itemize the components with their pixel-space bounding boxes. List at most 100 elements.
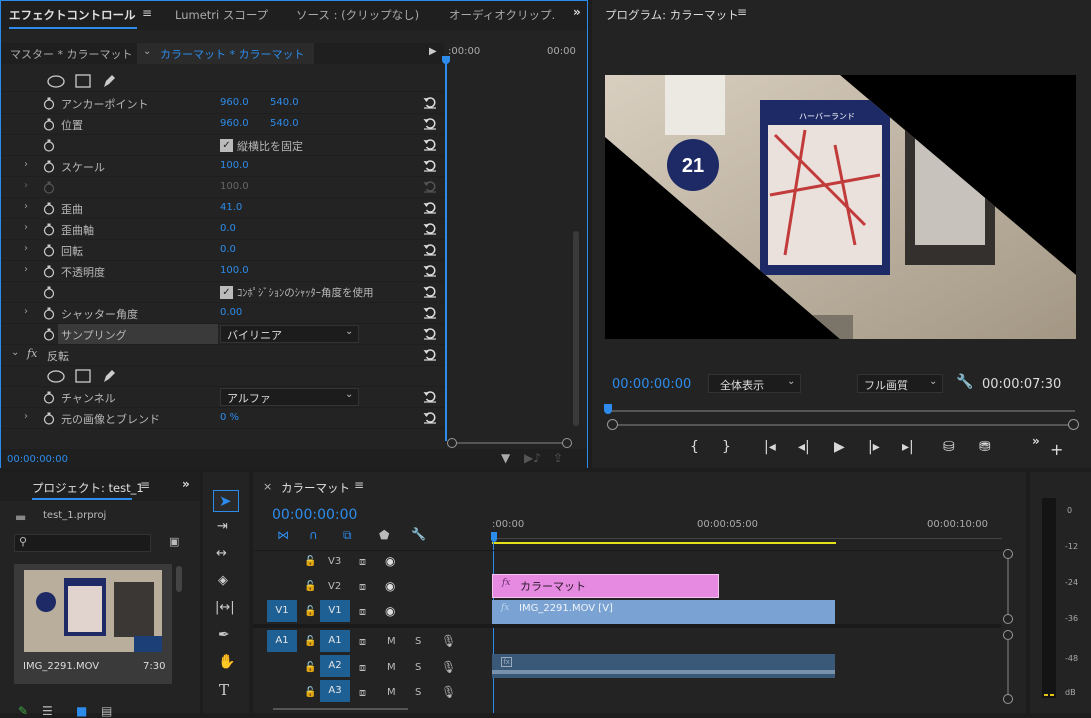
microphone-icon[interactable]: 🎙	[441, 660, 456, 674]
stopwatch-icon[interactable]	[43, 97, 55, 110]
eye-icon[interactable]: ◉	[385, 604, 395, 618]
step-forward-icon[interactable]: |▸	[868, 439, 880, 455]
project-scrollbar[interactable]	[176, 566, 182, 592]
stopwatch-icon[interactable]	[43, 139, 55, 152]
zoom-handle-top[interactable]	[1003, 549, 1013, 559]
sync-lock-icon[interactable]: ⧈	[359, 555, 366, 569]
chevron-right-icon[interactable]: ›	[24, 201, 28, 212]
track-v3-label[interactable]: V3	[328, 556, 341, 567]
sequence-clip-label[interactable]: カラーマット * カラーマット	[160, 46, 305, 62]
reset-icon[interactable]	[423, 390, 437, 403]
go-to-out-icon[interactable]: ▸|	[902, 439, 914, 455]
shutter-checkbox[interactable]: ✓	[220, 286, 233, 299]
position-x-value[interactable]: 960.0	[220, 118, 249, 129]
tab-lumetri-scopes[interactable]: Lumetri スコープ	[175, 7, 268, 23]
more-controls-icon[interactable]: »	[1032, 434, 1040, 448]
vertical-scrollbar[interactable]	[573, 231, 579, 426]
reset-icon[interactable]	[423, 243, 437, 256]
anchor-y-value[interactable]: 540.0	[270, 97, 299, 108]
reset-icon[interactable]	[423, 222, 437, 235]
skew-value[interactable]: 41.0	[220, 202, 242, 213]
eye-icon[interactable]: ◉	[385, 554, 395, 568]
zoom-handle-left[interactable]	[607, 419, 618, 430]
play-audio-icon[interactable]: ▶	[429, 46, 437, 57]
tab-audio-clip-mixer[interactable]: オーディオクリップ.	[449, 7, 555, 23]
track-a2-target[interactable]: A2	[320, 655, 350, 677]
mute-button[interactable]: M	[387, 662, 396, 673]
rotation-value[interactable]: 0.0	[220, 244, 236, 255]
mute-button[interactable]: M	[387, 687, 396, 698]
timeline-timecode[interactable]: 00:00:00:00	[272, 507, 357, 523]
chevron-right-icon[interactable]: ›	[24, 411, 28, 422]
work-area-bar[interactable]	[492, 542, 836, 544]
rectangle-mask-icon[interactable]	[75, 369, 91, 383]
ec-playhead-handle[interactable]	[442, 56, 450, 64]
reset-icon[interactable]	[423, 159, 437, 172]
source-v1-patch[interactable]: V1	[267, 600, 297, 622]
reset-icon[interactable]	[423, 327, 437, 340]
uniform-scale-checkbox[interactable]: ✓	[220, 139, 233, 152]
slip-tool-icon[interactable]: |↔|	[215, 600, 235, 615]
ec-footer-timecode[interactable]: 00:00:00:00	[7, 454, 68, 465]
chevron-right-icon[interactable]: ›	[24, 222, 28, 233]
lock-icon[interactable]: 🔓	[304, 687, 316, 698]
lift-icon[interactable]: ⛁	[943, 439, 955, 455]
tab-effect-controls[interactable]: エフェクトコントロール	[9, 7, 136, 23]
ellipse-mask-icon[interactable]	[47, 370, 65, 383]
blend-value[interactable]: 0 %	[220, 412, 239, 423]
zoom-handle-left[interactable]	[447, 438, 457, 448]
microphone-icon[interactable]: 🎙	[441, 685, 456, 699]
panel-menu-icon[interactable]: ≡	[142, 6, 152, 20]
chevron-right-icon[interactable]: ›	[24, 159, 28, 170]
project-title[interactable]: プロジェクト: test_1	[32, 480, 144, 496]
timeline-settings-icon[interactable]: 🔧	[411, 527, 426, 541]
linked-selection-icon[interactable]: ⧉	[343, 528, 352, 543]
close-icon[interactable]: ×	[263, 480, 272, 493]
stopwatch-icon[interactable]	[43, 160, 55, 173]
ec-playhead-line[interactable]	[445, 61, 447, 441]
zoom-handle-right[interactable]	[1068, 419, 1079, 430]
chevron-right-icon[interactable]: ›	[24, 243, 28, 254]
lock-icon[interactable]: 🔓	[304, 556, 316, 567]
master-clip-label[interactable]: マスター * カラーマット	[10, 46, 133, 62]
more-tabs-icon[interactable]: »	[573, 5, 581, 19]
program-time-ruler[interactable]	[610, 410, 1075, 412]
type-tool-icon[interactable]: T	[219, 681, 229, 699]
sync-lock-icon[interactable]: ⧈	[359, 661, 366, 675]
panel-menu-icon[interactable]: ≡	[354, 478, 364, 492]
reset-icon[interactable]	[423, 117, 437, 130]
rectangle-mask-icon[interactable]	[75, 74, 91, 88]
reset-icon[interactable]	[423, 411, 437, 424]
sync-lock-icon[interactable]: ⧈	[359, 686, 366, 700]
stopwatch-icon[interactable]	[43, 412, 55, 425]
reset-icon[interactable]	[423, 348, 437, 361]
audio-clip[interactable]: fx	[492, 654, 835, 678]
ellipse-mask-icon[interactable]	[47, 75, 65, 88]
chevron-right-icon[interactable]: ›	[24, 306, 28, 317]
sync-lock-icon[interactable]: ⧈	[359, 580, 366, 594]
fx-icon[interactable]: fx	[27, 347, 37, 360]
zoom-handle-top[interactable]	[1003, 630, 1013, 640]
stopwatch-icon[interactable]	[43, 223, 55, 236]
video-tracks-scrollbar[interactable]	[1007, 559, 1009, 614]
more-tabs-icon[interactable]: »	[182, 477, 190, 491]
chevron-right-icon[interactable]: ›	[24, 264, 28, 275]
selection-tool-icon[interactable]: ➤	[219, 492, 232, 510]
stopwatch-icon[interactable]	[43, 328, 55, 341]
reset-icon[interactable]	[423, 285, 437, 298]
mark-out-icon[interactable]: }	[722, 439, 731, 455]
sync-lock-icon[interactable]: ⧈	[359, 635, 366, 649]
reset-icon[interactable]	[423, 201, 437, 214]
freeform-view-icon[interactable]: ▤	[101, 704, 112, 718]
shutter-angle-value[interactable]: 0.00	[220, 307, 242, 318]
program-playhead[interactable]	[604, 404, 612, 414]
solo-button[interactable]: S	[415, 636, 421, 647]
lock-icon[interactable]: 🔓	[304, 606, 316, 617]
stopwatch-icon[interactable]	[43, 244, 55, 257]
stopwatch-icon[interactable]	[43, 391, 55, 404]
anchor-x-value[interactable]: 960.0	[220, 97, 249, 108]
tab-source[interactable]: ソース : (クリップなし)	[296, 7, 419, 23]
stopwatch-icon[interactable]	[43, 202, 55, 215]
add-button-icon[interactable]: +	[1050, 440, 1063, 459]
lock-icon[interactable]: 🔓	[304, 581, 316, 592]
